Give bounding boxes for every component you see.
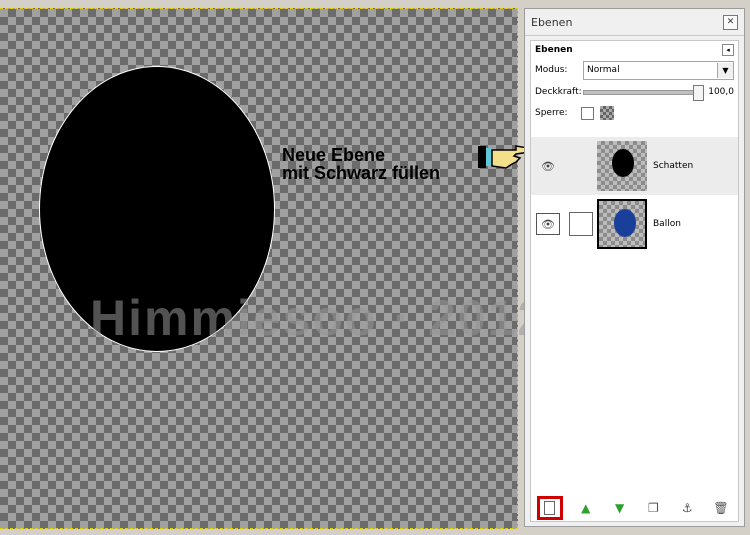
dock-header: Ebenen ◂ <box>531 41 738 59</box>
lower-layer-button[interactable]: ▼ <box>609 498 631 518</box>
chevron-down-icon[interactable]: ▼ <box>717 62 733 78</box>
anchor-icon: ⚓ <box>681 501 693 515</box>
dialog-title: Ebenen <box>531 15 573 29</box>
delete-layer-button[interactable]: 🗑 <box>710 498 732 518</box>
layer-thumbnail[interactable] <box>597 141 647 191</box>
raise-layer-button[interactable]: ▲ <box>575 498 597 518</box>
opacity-slider[interactable] <box>583 84 704 101</box>
mode-value: Normal <box>587 65 620 75</box>
visibility-cell: 👁 <box>531 213 565 235</box>
dock-label: Ebenen <box>535 45 573 55</box>
lock-label: Sperre: <box>535 108 568 118</box>
new-page-icon <box>544 501 556 515</box>
opacity-label: Deckkraft: <box>535 87 582 97</box>
mode-select[interactable]: Normal ▼ <box>583 60 734 80</box>
mode-label: Modus: <box>535 65 568 75</box>
annotation-text: Neue Ebene mit Schwarz füllen <box>282 146 440 182</box>
duplicate-layer-button[interactable]: ❐ <box>642 498 664 518</box>
lock-alpha-icon[interactable] <box>600 106 614 120</box>
arrow-up-icon: ▲ <box>581 501 591 515</box>
dialog-titlebar: Ebenen ✕ <box>525 9 744 36</box>
close-icon[interactable]: ✕ <box>723 14 738 30</box>
chain-toggle[interactable] <box>569 212 593 236</box>
trash-icon: 🗑 <box>713 501 729 515</box>
eye-icon[interactable]: 👁 <box>537 156 559 176</box>
layer-list: 👁 Schatten 👁 Ballon <box>531 137 738 253</box>
annotation-line-2: mit Schwarz füllen <box>282 163 441 183</box>
canvas-area: Himmiesoo · 2012 Neue Ebene mit Schwarz … <box>0 0 545 535</box>
image-canvas[interactable]: Himmiesoo · 2012 <box>0 8 545 529</box>
opacity-value[interactable]: 100,0 <box>708 87 734 97</box>
watermark: Himmiesoo · 2012 <box>90 290 548 346</box>
opacity-row: Deckkraft: 100,0 <box>531 81 738 103</box>
thumbnail-shape <box>614 209 636 237</box>
lock-pixels-checkbox[interactable] <box>581 106 594 120</box>
opacity-slider-handle[interactable] <box>693 84 704 101</box>
layers-dialog: Ebenen ✕ Ebenen ◂ Modus: Normal ▼ Deckkr… <box>524 8 745 527</box>
layer-toolbar: ▲ ▼ ❐ ⚓ 🗑 <box>531 495 738 521</box>
layers-dock: Ebenen ◂ Modus: Normal ▼ Deckkraft: 100,… <box>530 40 739 522</box>
anchor-layer-button[interactable]: ⚓ <box>676 498 698 518</box>
layer-thumbnail[interactable] <box>597 199 647 249</box>
layer-name[interactable]: Schatten <box>653 161 693 171</box>
thumbnail-shape <box>612 149 634 177</box>
visibility-cell: 👁 <box>531 156 565 176</box>
chain-cell <box>565 212 597 236</box>
new-layer-button[interactable] <box>536 496 563 520</box>
eye-icon[interactable]: 👁 <box>536 213 560 235</box>
mode-row: Modus: Normal ▼ <box>531 59 738 81</box>
layer-name[interactable]: Ballon <box>653 219 681 229</box>
annotation-line-1: Neue Ebene <box>282 145 386 165</box>
layer-row[interactable]: 👁 Schatten <box>531 137 738 195</box>
arrow-down-icon: ▼ <box>614 501 625 515</box>
duplicate-icon: ❐ <box>648 501 659 515</box>
layer-row[interactable]: 👁 Ballon <box>531 195 738 253</box>
configure-tab-icon[interactable]: ◂ <box>722 44 734 56</box>
lock-row: Sperre: <box>531 103 738 123</box>
